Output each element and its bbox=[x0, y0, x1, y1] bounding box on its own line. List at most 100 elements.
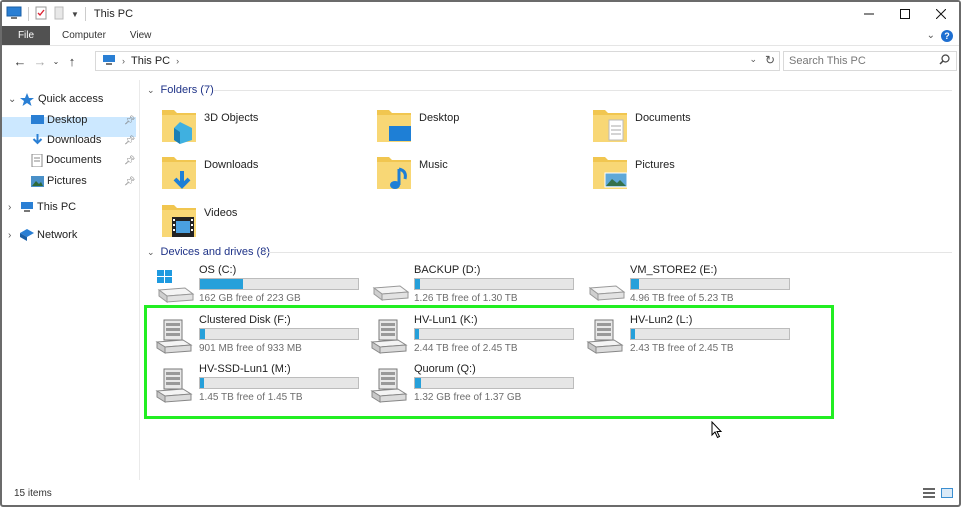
up-button[interactable]: ↑ bbox=[62, 54, 82, 69]
back-button[interactable]: ← bbox=[10, 54, 30, 69]
pin-icon[interactable]: 📌︎ bbox=[124, 155, 135, 166]
downloads-folder-icon bbox=[160, 151, 198, 194]
help-icon[interactable]: ? bbox=[941, 29, 953, 42]
folder-label: Desktop bbox=[419, 111, 460, 124]
breadcrumb-chevron-icon[interactable]: › bbox=[122, 56, 125, 66]
large-icons-view-icon[interactable] bbox=[941, 488, 953, 501]
folder-item[interactable]: Documents bbox=[591, 104, 691, 147]
videos-folder-icon bbox=[160, 199, 198, 242]
this-pc-icon bbox=[21, 202, 33, 212]
drive-usage-bar bbox=[199, 278, 359, 290]
refresh-icon[interactable]: ↻ bbox=[765, 53, 775, 67]
folder-item[interactable]: Downloads bbox=[160, 151, 258, 194]
forward-button[interactable]: → bbox=[30, 54, 50, 69]
hard-drive-icon bbox=[370, 268, 410, 304]
recent-locations-icon[interactable]: ⌄ bbox=[50, 57, 62, 66]
drive-usage-bar bbox=[414, 278, 574, 290]
minimize-button[interactable] bbox=[851, 2, 887, 26]
nav-item-label: Quick access bbox=[38, 93, 104, 105]
drive-usage-bar bbox=[630, 278, 790, 290]
title-bar: ▼ This PC bbox=[2, 2, 959, 26]
documents-folder-icon bbox=[591, 104, 629, 147]
address-row: ← → ⌄ ↑ › This PC › ⌄ ↻ Search This PC bbox=[2, 49, 959, 73]
tab-computer[interactable]: Computer bbox=[50, 26, 118, 45]
windows-drive-icon bbox=[155, 268, 195, 304]
new-folder-icon[interactable] bbox=[53, 6, 65, 23]
maximize-button[interactable] bbox=[887, 2, 923, 26]
details-view-icon[interactable] bbox=[923, 488, 935, 501]
folder-label: Pictures bbox=[635, 158, 675, 171]
breadcrumb-chevron-icon[interactable]: › bbox=[176, 56, 179, 66]
pin-icon[interactable]: 📌︎ bbox=[124, 135, 135, 146]
collapse-chevron-icon[interactable]: ⌄ bbox=[147, 247, 155, 258]
drive-usage-fill bbox=[200, 279, 243, 289]
status-item-count: 15 items bbox=[14, 488, 52, 499]
folder-label: Downloads bbox=[204, 158, 259, 171]
group-divider bbox=[214, 90, 952, 91]
close-button[interactable] bbox=[923, 2, 959, 26]
mouse-pointer-icon bbox=[711, 420, 723, 442]
drive-free-space: 4.96 TB free of 5.23 TB bbox=[630, 293, 734, 304]
drive-usage-fill bbox=[415, 279, 420, 289]
nav-quick-access[interactable]: ⌄ Quick access bbox=[8, 89, 103, 109]
drive-item[interactable]: OS (C:) 162 GB free of 223 GB bbox=[155, 264, 370, 306]
music-folder-icon bbox=[375, 151, 413, 194]
tab-file[interactable]: File bbox=[2, 26, 50, 45]
folder-item[interactable]: Desktop bbox=[375, 104, 459, 147]
folder-label: 3D Objects bbox=[204, 111, 259, 124]
drive-item[interactable]: VM_STORE2 (E:) 4.96 TB free of 5.23 TB bbox=[586, 264, 801, 306]
nav-this-pc[interactable]: › This PC bbox=[8, 197, 76, 217]
folders-group-header[interactable]: ⌄ Folders (7) bbox=[147, 84, 214, 96]
drive-label: OS (C:) bbox=[199, 264, 237, 276]
toolbar-divider bbox=[84, 7, 86, 21]
window-frame bbox=[0, 0, 961, 507]
highlight-box bbox=[144, 305, 834, 419]
expand-chevron-icon[interactable]: ⌄ bbox=[8, 94, 20, 105]
drive-usage-fill bbox=[631, 279, 639, 289]
toolbar-divider bbox=[28, 7, 29, 21]
expand-chevron-icon[interactable]: › bbox=[8, 202, 20, 213]
documents-icon bbox=[31, 153, 43, 167]
address-dropdown-icon[interactable]: ⌄ bbox=[749, 54, 757, 65]
drive-item[interactable]: BACKUP (D:) 1.26 TB free of 1.30 TB bbox=[370, 264, 585, 306]
nav-item-documents[interactable]: Documents bbox=[31, 150, 102, 170]
folder-item[interactable]: Videos bbox=[160, 199, 237, 242]
desktop-icon bbox=[31, 114, 44, 124]
breadcrumb-this-pc[interactable]: This PC bbox=[131, 55, 170, 67]
folder-item[interactable]: Pictures bbox=[591, 151, 675, 194]
group-divider bbox=[262, 252, 952, 253]
drives-header-label: Devices and drives (8) bbox=[160, 246, 270, 258]
folder-label: Documents bbox=[635, 111, 691, 124]
drive-label: BACKUP (D:) bbox=[414, 264, 481, 276]
folders-header-label: Folders (7) bbox=[160, 84, 214, 96]
nav-item-label: Downloads bbox=[47, 134, 102, 146]
properties-icon[interactable] bbox=[35, 6, 47, 23]
drive-label: VM_STORE2 (E:) bbox=[630, 264, 718, 276]
expand-chevron-icon[interactable]: › bbox=[8, 230, 20, 241]
this-pc-icon bbox=[102, 54, 116, 69]
collapse-chevron-icon[interactable]: ⌄ bbox=[147, 85, 155, 96]
pin-icon[interactable]: 📌︎ bbox=[124, 176, 135, 187]
nav-item-label: Desktop bbox=[47, 114, 88, 126]
folder-item[interactable]: Music bbox=[375, 151, 448, 194]
customize-toolbar-icon[interactable]: ▼ bbox=[71, 10, 79, 19]
hard-drive-icon bbox=[586, 268, 626, 304]
window-controls bbox=[851, 2, 959, 26]
search-icon[interactable] bbox=[939, 54, 950, 68]
nav-item-pictures[interactable]: Pictures bbox=[31, 171, 87, 191]
window-title: This PC bbox=[93, 8, 134, 20]
tab-view[interactable]: View bbox=[118, 26, 164, 45]
address-bar[interactable]: › This PC › ⌄ ↻ bbox=[95, 51, 780, 71]
nav-item-desktop[interactable]: Desktop bbox=[31, 110, 87, 130]
nav-item-label: Network bbox=[37, 229, 78, 241]
nav-network[interactable]: › Network bbox=[8, 225, 77, 245]
expand-ribbon-icon[interactable]: ⌄ bbox=[927, 30, 935, 41]
3d-objects-folder-icon bbox=[160, 104, 198, 147]
pin-icon[interactable]: 📌︎ bbox=[124, 115, 135, 126]
network-icon bbox=[20, 229, 34, 241]
nav-item-downloads[interactable]: Downloads bbox=[31, 130, 101, 150]
drives-group-header[interactable]: ⌄ Devices and drives (8) bbox=[147, 246, 270, 258]
folder-item[interactable]: 3D Objects bbox=[160, 104, 258, 147]
this-pc-app-icon[interactable] bbox=[6, 6, 22, 23]
search-input[interactable]: Search This PC bbox=[783, 51, 957, 71]
